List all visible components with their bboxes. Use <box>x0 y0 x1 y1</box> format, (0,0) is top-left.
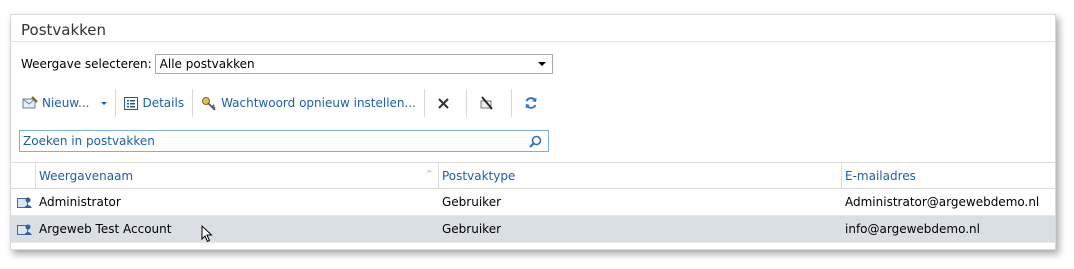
toolbar-separator <box>423 89 425 117</box>
column-header-display-name[interactable]: Weergavenaam <box>39 163 133 188</box>
mouse-cursor-icon <box>201 225 213 243</box>
cell-email: Administrator@argewebdemo.nl <box>845 195 1040 209</box>
cell-display-name: Administrator <box>39 195 121 209</box>
toolbar-separator <box>510 89 512 117</box>
toolbar-separator <box>465 89 467 117</box>
new-mailbox-icon <box>22 96 38 109</box>
chevron-down-icon <box>537 62 546 66</box>
column-header-email[interactable]: E-mailadres <box>845 163 916 188</box>
cell-mailbox-type: Gebruiker <box>442 222 502 236</box>
column-header-mailbox-type[interactable]: Postvaktype <box>442 163 515 188</box>
view-select-value: Alle postvakken <box>159 57 255 71</box>
panel-title: Postvakken <box>21 21 107 39</box>
table-row[interactable]: Administrator Gebruiker Administrator@ar… <box>11 189 1055 216</box>
search-input[interactable] <box>23 134 503 148</box>
new-button-label: Nieuw... <box>42 96 90 110</box>
details-button[interactable]: Details <box>119 91 189 115</box>
cell-email: info@argewebdemo.nl <box>845 222 980 236</box>
toolbar-separator <box>115 89 117 117</box>
reset-password-button[interactable]: Wachtwoord opnieuw instellen... <box>196 91 421 115</box>
key-icon <box>202 96 216 111</box>
user-mailbox-icon <box>17 197 32 208</box>
details-button-label: Details <box>142 96 185 110</box>
delete-icon <box>438 97 449 109</box>
disable-button[interactable] <box>470 91 508 115</box>
mailboxes-panel: Postvakken Weergave selecteren: Alle pos… <box>10 14 1056 250</box>
column-separator <box>35 163 36 188</box>
cell-display-name: Argeweb Test Account <box>39 222 172 236</box>
disable-icon <box>480 95 493 110</box>
chevron-down-icon <box>101 101 108 105</box>
details-icon <box>124 96 139 110</box>
title-divider <box>11 41 1055 42</box>
reset-password-label: Wachtwoord opnieuw instellen... <box>221 96 416 110</box>
grid-header: Weergavenaam ^ Postvaktype E-mailadres <box>11 162 1055 189</box>
table-row[interactable]: Argeweb Test Account Gebruiker info@arge… <box>11 216 1055 243</box>
view-label: Weergave selecteren: <box>21 57 152 71</box>
refresh-icon <box>525 97 537 109</box>
delete-button[interactable] <box>428 91 463 115</box>
cell-mailbox-type: Gebruiker <box>442 195 502 209</box>
refresh-button[interactable] <box>515 91 551 115</box>
view-select[interactable]: Alle postvakken <box>154 54 553 74</box>
search-box[interactable] <box>19 130 549 152</box>
mailbox-grid: Weergavenaam ^ Postvaktype E-mailadres A… <box>11 162 1055 243</box>
new-button[interactable]: Nieuw... <box>17 91 112 115</box>
user-mailbox-icon <box>17 224 32 235</box>
toolbar-separator <box>192 89 194 117</box>
search-icon[interactable] <box>529 135 542 148</box>
column-separator[interactable] <box>841 163 842 188</box>
column-separator[interactable] <box>438 163 439 188</box>
toolbar: Nieuw... Details Wachtwoord opnieuw inst… <box>17 89 551 117</box>
view-selector-row: Weergave selecteren: Alle postvakken <box>21 53 553 75</box>
sort-ascending-icon: ^ <box>426 169 433 178</box>
